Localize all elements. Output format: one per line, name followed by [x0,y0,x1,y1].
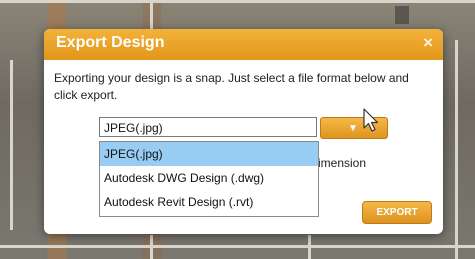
chevron-down-icon: ▼ [348,123,358,134]
format-option-rvt[interactable]: Autodesk Revit Design (.rvt) [100,190,318,214]
export-instructions: Exporting your design is a snap. Just se… [54,71,409,102]
dialog-titlebar: Export Design × [44,29,443,60]
format-select[interactable]: JPEG(.jpg) [99,117,317,137]
format-option-dwg[interactable]: Autodesk DWG Design (.dwg) [100,166,318,190]
export-design-dialog: Export Design × Exporting your design is… [44,29,443,234]
close-icon[interactable]: × [423,33,433,53]
export-button[interactable]: EXPORT [362,201,432,224]
mouse-pointer-icon [363,108,379,132]
dialog-title: Export Design [56,34,165,51]
format-options-list: JPEG(.jpg) Autodesk DWG Design (.dwg) Au… [99,141,319,217]
format-option-jpeg[interactable]: JPEG(.jpg) [100,142,318,166]
dimension-option-label: imension [318,156,367,170]
